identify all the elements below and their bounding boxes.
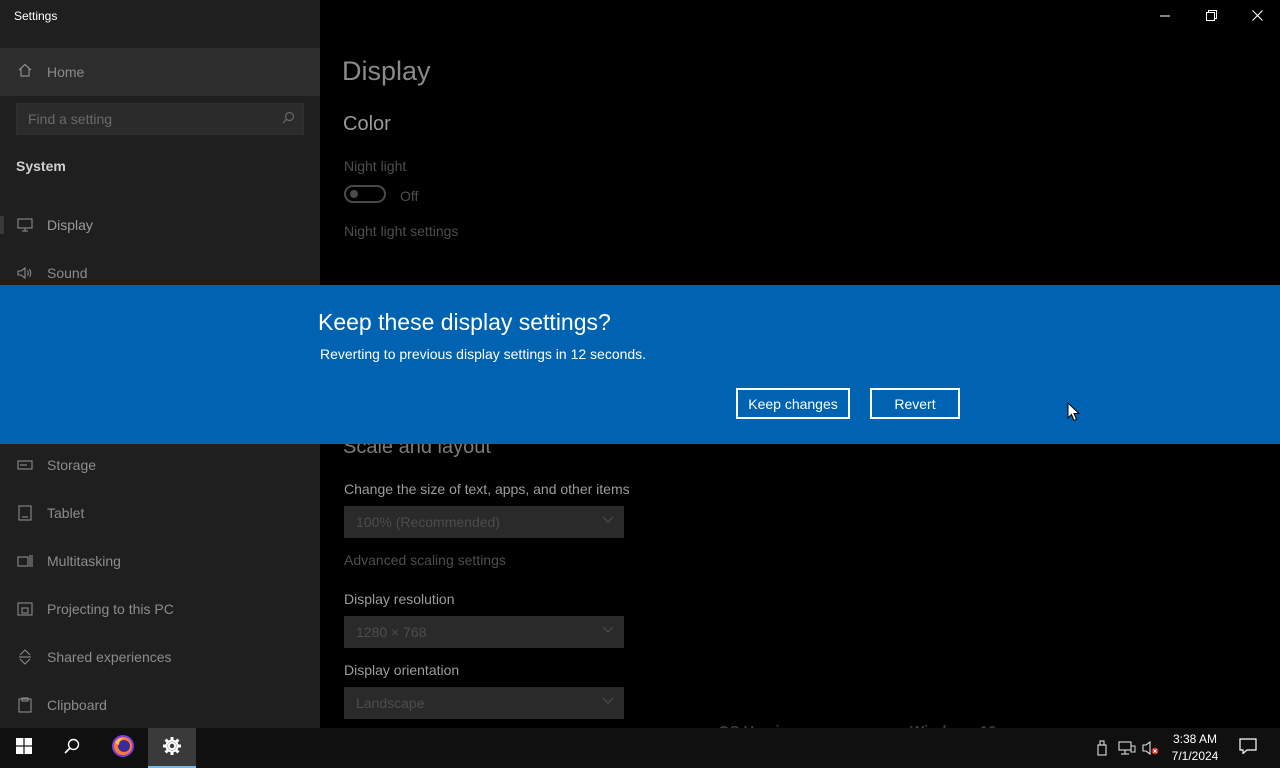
volume-muted-icon[interactable] — [1142, 740, 1160, 759]
section-title: System — [16, 158, 66, 174]
minimize-button[interactable] — [1142, 0, 1188, 32]
resolution-dropdown[interactable]: 1280 × 768 — [344, 616, 624, 648]
usb-device-icon[interactable] — [1096, 740, 1108, 759]
chevron-down-icon — [602, 513, 614, 528]
keep-settings-dialog: Keep these display settings? Reverting t… — [0, 285, 1280, 444]
tablet-icon — [16, 505, 34, 521]
sidebar-item-label: Tablet — [47, 505, 85, 521]
dialog-title: Keep these display settings? — [318, 309, 611, 335]
night-light-state: Off — [400, 188, 419, 204]
search-input[interactable] — [17, 104, 303, 134]
windows-logo-icon — [16, 737, 32, 759]
search-icon — [64, 738, 80, 759]
keep-changes-button[interactable]: Keep changes — [736, 388, 850, 419]
settings-taskbar-button[interactable] — [148, 728, 196, 768]
sidebar-item-shared-experiences[interactable]: Shared experiences — [0, 637, 320, 677]
sidebar-home[interactable]: Home — [0, 48, 320, 96]
sidebar-item-label: Display — [47, 217, 93, 233]
multitasking-icon — [16, 553, 34, 569]
sidebar-item-label: Sound — [47, 265, 88, 281]
orientation-value: Landscape — [356, 695, 425, 711]
storage-icon — [16, 457, 34, 473]
night-light-settings-link[interactable]: Night light settings — [344, 223, 458, 239]
network-icon[interactable] — [1118, 740, 1136, 759]
orientation-dropdown[interactable]: Landscape — [344, 687, 624, 719]
shared-experiences-icon — [16, 649, 34, 665]
sidebar-item-label: Shared experiences — [47, 649, 172, 665]
clipboard-icon — [16, 697, 34, 713]
sidebar-item-label: Clipboard — [47, 697, 107, 713]
window-title: Settings — [14, 9, 58, 23]
sidebar-home-label: Home — [47, 64, 85, 80]
clock-time: 3:38 AM — [1172, 732, 1218, 746]
toggle-knob — [350, 190, 358, 198]
restore-button[interactable] — [1188, 0, 1234, 32]
start-button[interactable] — [0, 728, 48, 768]
notification-icon — [1239, 737, 1257, 759]
restore-icon — [1205, 9, 1217, 24]
taskbar — [0, 728, 1280, 768]
home-icon — [18, 63, 34, 81]
mouse-cursor-icon — [1067, 402, 1081, 422]
sidebar-item-multitasking[interactable]: Multitasking — [0, 541, 320, 581]
firefox-taskbar-button[interactable] — [99, 728, 147, 768]
advanced-scaling-link[interactable]: Advanced scaling settings — [344, 552, 506, 568]
scale-dropdown[interactable]: 100% (Recommended) — [344, 506, 624, 538]
sidebar-item-projecting[interactable]: Projecting to this PC — [0, 589, 320, 629]
resolution-label: Display resolution — [344, 591, 455, 607]
firefox-icon — [111, 734, 135, 763]
chevron-down-icon — [602, 694, 614, 709]
page-title: Display — [342, 56, 431, 86]
revert-button[interactable]: Revert — [870, 388, 960, 419]
scale-label: Change the size of text, apps, and other… — [344, 481, 630, 497]
sidebar-item-clipboard[interactable]: Clipboard — [0, 685, 320, 725]
sidebar-item-label: Multitasking — [47, 553, 121, 569]
monitor-icon — [16, 217, 34, 233]
sidebar-item-tablet[interactable]: Tablet — [0, 493, 320, 533]
projecting-icon — [16, 601, 34, 617]
dialog-message: Reverting to previous display settings i… — [320, 346, 647, 362]
search-box[interactable] — [16, 103, 304, 135]
sidebar-item-label: Projecting to this PC — [47, 601, 174, 617]
night-light-label: Night light — [344, 158, 407, 174]
search-icon[interactable] — [282, 111, 295, 127]
chevron-down-icon — [602, 623, 614, 638]
search-taskbar-button[interactable] — [48, 728, 96, 768]
close-button[interactable] — [1234, 0, 1280, 32]
night-light-toggle[interactable] — [344, 185, 386, 203]
active-indicator — [0, 216, 4, 234]
scale-value: 100% (Recommended) — [356, 514, 500, 530]
taskbar-clock[interactable]: 3:38 AM 7/1/2024 — [1170, 731, 1220, 765]
clock-date: 7/1/2024 — [1171, 749, 1219, 763]
color-heading: Color — [343, 113, 391, 135]
minimize-icon — [1160, 9, 1170, 24]
orientation-label: Display orientation — [344, 662, 460, 678]
sidebar-item-display[interactable]: Display — [0, 205, 320, 245]
gear-icon — [162, 736, 182, 761]
sidebar-item-label: Storage — [47, 457, 97, 473]
speaker-icon — [16, 265, 34, 281]
sidebar-item-storage[interactable]: Storage — [0, 445, 320, 485]
resolution-value: 1280 × 768 — [356, 624, 427, 640]
action-center-button[interactable] — [1224, 728, 1272, 768]
close-icon — [1251, 9, 1263, 24]
